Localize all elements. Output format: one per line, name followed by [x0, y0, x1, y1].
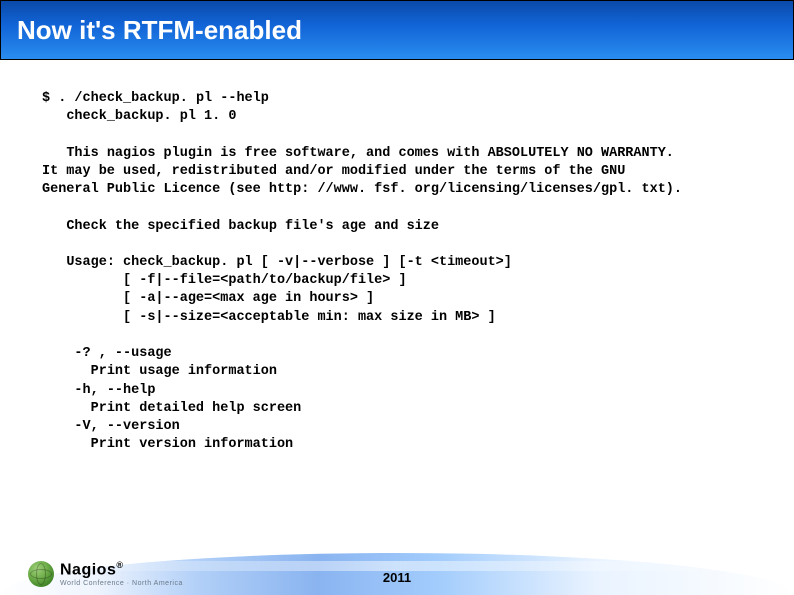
logo-name: Nagios®: [60, 561, 183, 578]
slide-title: Now it's RTFM-enabled: [17, 15, 302, 46]
logo-subtitle: World Conference · North America: [60, 580, 183, 587]
logo-text: Nagios® World Conference · North America: [60, 561, 183, 586]
option-flag: -V, --version: [66, 419, 179, 434]
version-line: check_backup. pl 1. 0: [66, 109, 236, 124]
usage-line: Usage: check_backup. pl [ -v|--verbose ]…: [66, 255, 512, 270]
option-flag: -? , --usage: [66, 346, 171, 361]
globe-icon: [28, 561, 54, 587]
usage-line: [ -s|--size=<acceptable min: max size in…: [66, 310, 495, 325]
footer-year: 2011: [383, 570, 411, 585]
nagios-logo: Nagios® World Conference · North America: [28, 561, 183, 587]
option-desc: Print usage information: [66, 364, 277, 379]
usage-line: [ -f|--file=<path/to/backup/file> ]: [66, 273, 406, 288]
option-desc: Print detailed help screen: [66, 401, 301, 416]
slide-header: Now it's RTFM-enabled: [0, 0, 794, 60]
terminal-output: $ . /check_backup. pl --help check_backu…: [42, 90, 752, 454]
option-flag: -h, --help: [66, 383, 155, 398]
command: . /check_backup. pl --help: [58, 91, 269, 106]
usage-line: [ -a|--age=<max age in hours> ]: [66, 291, 374, 306]
prompt: $: [42, 91, 50, 106]
option-desc: Print version information: [66, 437, 293, 452]
slide-content: $ . /check_backup. pl --help check_backu…: [0, 60, 794, 454]
warranty-text: This nagios plugin is free software, and…: [42, 146, 682, 197]
slide-footer: Nagios® World Conference · North America…: [0, 537, 794, 595]
description-text: Check the specified backup file's age an…: [66, 219, 439, 234]
